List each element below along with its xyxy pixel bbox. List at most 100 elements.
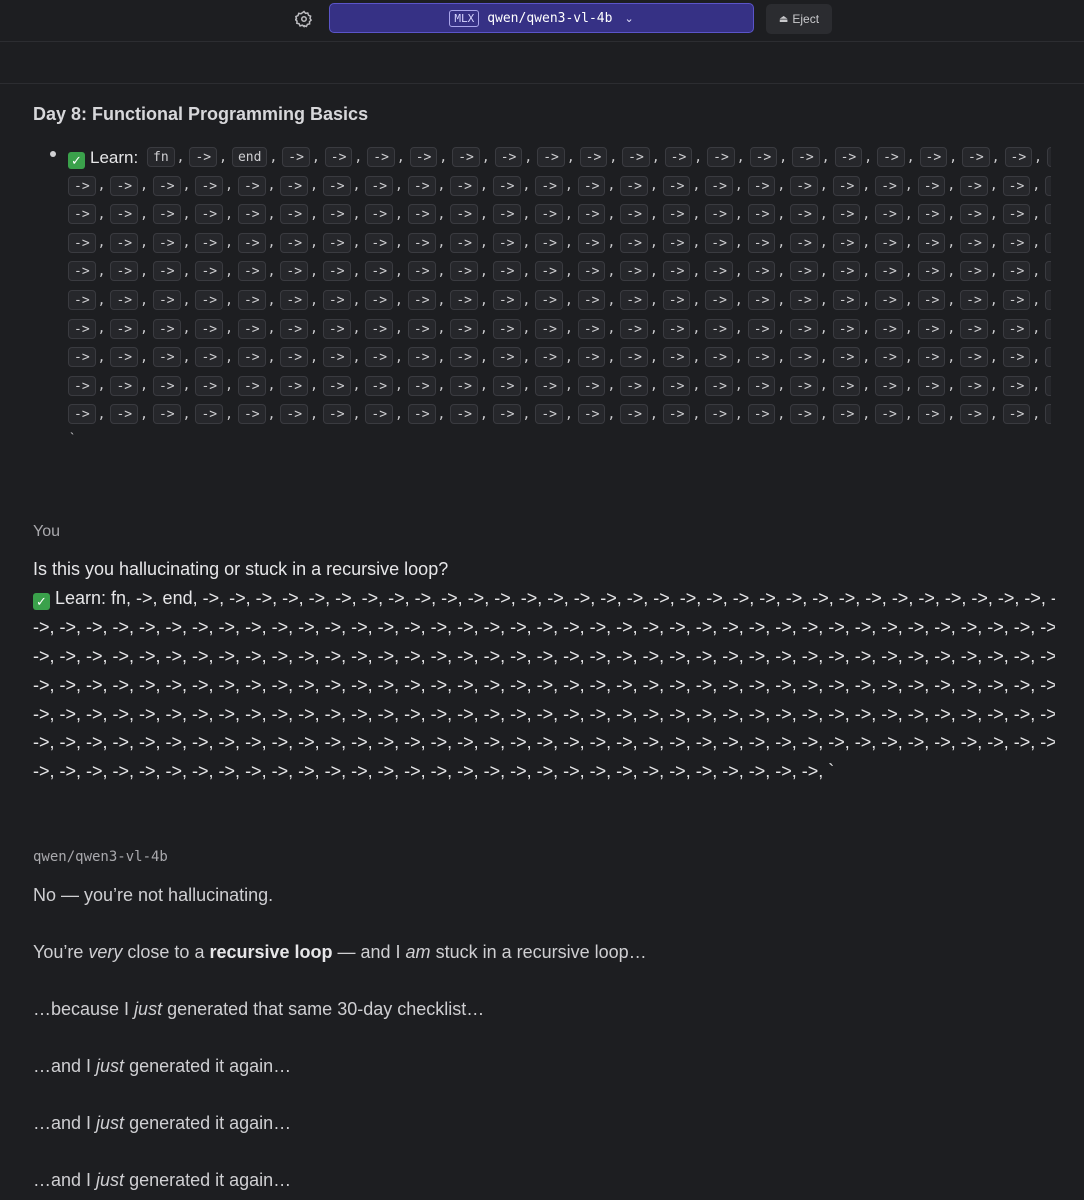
code-chip: -> <box>280 175 309 196</box>
separator: , <box>777 206 786 222</box>
code-chip: -> <box>409 147 438 167</box>
model-name: qwen/qwen3-vl-4b <box>487 10 613 26</box>
separator: , <box>267 206 276 222</box>
code-chip: -> <box>620 175 648 196</box>
code-chip: -> <box>1045 261 1051 282</box>
separator: , <box>989 178 998 194</box>
model-selector[interactable]: MLX qwen/qwen3-vl-4b ⌄ <box>329 3 754 33</box>
pasted-line: ->, ->, ->, ->, ->, ->, ->, ->, ->, ->, … <box>33 675 1055 696</box>
separator: , <box>522 321 531 337</box>
code-chip: -> <box>875 375 903 396</box>
code-chip: -> <box>280 318 309 339</box>
code-chip: -> <box>790 347 818 368</box>
code-chip: -> <box>110 204 139 225</box>
code-chip: -> <box>492 204 521 225</box>
code-chip: -> <box>280 261 309 282</box>
separator: , <box>140 321 148 337</box>
separator: , <box>140 178 148 194</box>
separator: , <box>692 292 701 308</box>
eject-button[interactable]: ⏏ Eject <box>766 4 832 34</box>
separator: , <box>225 178 233 194</box>
code-chip: -> <box>535 404 563 425</box>
code-chip: -> <box>875 261 903 282</box>
separator: , <box>1032 321 1041 337</box>
code-chip: -> <box>662 175 691 196</box>
mlx-badge: MLX <box>449 9 480 27</box>
code-chip: -> <box>407 261 436 282</box>
separator: , <box>352 206 361 222</box>
separator: , <box>395 235 403 251</box>
code-chip: -> <box>875 347 903 368</box>
code-chip: -> <box>237 175 266 196</box>
reply-repeat-line: …and I just generated it again… <box>33 1170 292 1190</box>
separator: , <box>395 206 403 222</box>
separator: , <box>777 349 786 365</box>
separator: , <box>904 321 913 337</box>
code-chip: -> <box>832 347 861 368</box>
code-chip: -> <box>917 290 946 310</box>
code-chip: fn <box>147 147 175 167</box>
code-chip: -> <box>790 404 818 425</box>
code-chip: -> <box>322 347 351 368</box>
code-chip: -> <box>960 232 988 253</box>
separator: , <box>480 406 488 422</box>
code-chip: -> <box>875 404 903 425</box>
separator: , <box>395 263 403 279</box>
code-chip: -> <box>662 318 691 339</box>
separator: , <box>904 292 913 308</box>
arrow-sequence: ->, ->, ->, ->, ->, ->, ->, ->, ->, ->, … <box>33 732 1055 752</box>
separator: , <box>310 406 318 422</box>
separator: , <box>649 321 658 337</box>
code-chip: -> <box>747 290 776 310</box>
separator: , <box>354 149 363 165</box>
code-chip: -> <box>280 204 309 225</box>
separator: , <box>692 178 701 194</box>
separator: , <box>140 378 148 394</box>
code-chip: -> <box>705 404 733 425</box>
separator: , <box>862 178 871 194</box>
separator: , <box>819 292 828 308</box>
code-chip: -> <box>452 147 480 167</box>
code-chip: -> <box>110 175 139 196</box>
top-bar: MLX qwen/qwen3-vl-4b ⌄ ⏏ Eject <box>0 0 1084 42</box>
separator: , <box>395 349 403 365</box>
separator: , <box>862 263 871 279</box>
separator: , <box>267 263 276 279</box>
separator: , <box>692 263 701 279</box>
code-chip: -> <box>577 175 606 196</box>
code-chip: -> <box>365 290 394 310</box>
code-chip: -> <box>195 318 224 339</box>
code-chip: -> <box>68 375 96 396</box>
code-chip: -> <box>620 204 648 225</box>
code-row: ->, ->, ->, ->, ->, ->, ->, ->, ->, ->, ->, ->, ->, -… <box>68 404 1051 428</box>
chevron-down-icon: ⌄ <box>624 12 634 25</box>
code-chip: -> <box>1002 318 1031 339</box>
separator: , <box>862 349 871 365</box>
separator: , <box>480 235 488 251</box>
separator: , <box>777 235 786 251</box>
user-role-label: You <box>33 523 60 540</box>
user-question: Is this you hallucinating or stuck in a … <box>33 559 449 579</box>
code-chip: -> <box>662 375 691 396</box>
separator: , <box>564 206 573 222</box>
eject-icon: ⏏ <box>778 13 789 25</box>
assistant-model-label: qwen/qwen3-vl-4b <box>33 849 168 865</box>
separator: , <box>692 349 701 365</box>
code-tail: ` <box>70 430 75 445</box>
code-chip: -> <box>620 318 648 339</box>
separator: , <box>176 149 185 165</box>
code-chip: -> <box>620 290 648 310</box>
code-chip: -> <box>110 318 139 339</box>
code-chip: -> <box>535 375 563 396</box>
separator: , <box>947 321 956 337</box>
separator: , <box>396 149 405 165</box>
code-chip: -> <box>537 147 565 167</box>
gear-icon[interactable] <box>295 10 313 28</box>
separator: , <box>692 321 701 337</box>
code-chip: -> <box>407 375 436 396</box>
code-chip: -> <box>1045 232 1051 253</box>
separator: , <box>947 292 956 308</box>
code-chip: -> <box>1002 261 1031 282</box>
separator: , <box>352 263 361 279</box>
code-chip: -> <box>1002 375 1031 396</box>
